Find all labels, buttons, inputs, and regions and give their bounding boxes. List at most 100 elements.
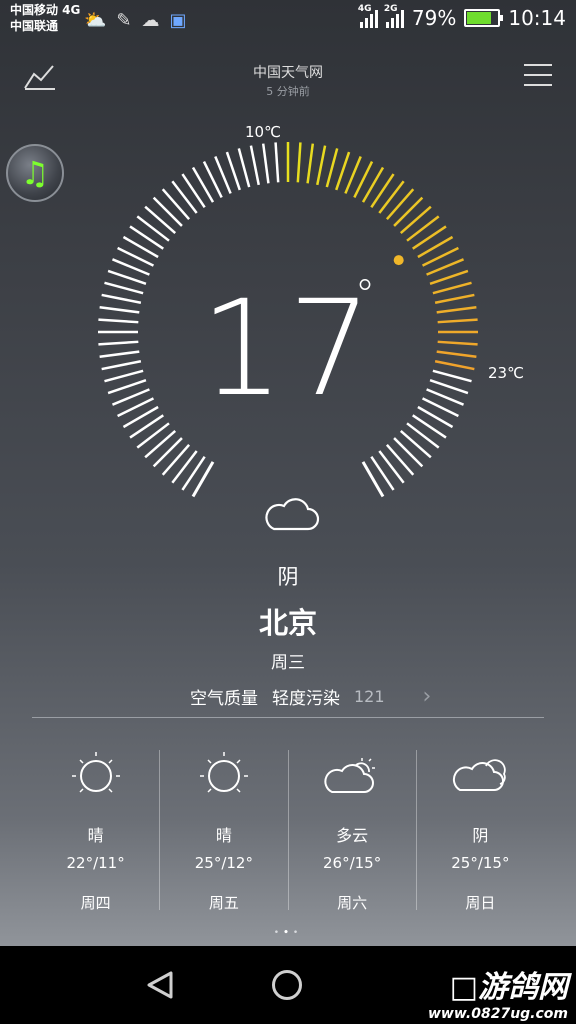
clock: 10:14 — [508, 6, 566, 30]
sun-icon — [199, 752, 248, 793]
dial-tick — [171, 180, 198, 214]
dial-tick — [385, 443, 415, 476]
forecast-weekday: 周日 — [465, 894, 496, 912]
dial-tick — [412, 225, 447, 250]
dial-tick — [385, 188, 415, 221]
page-indicator: ••• — [273, 928, 303, 938]
watermark: □游鸽网 www.0827ug.com — [428, 962, 568, 1022]
current-weekday: 周三 — [271, 653, 305, 673]
dial-tick — [129, 225, 164, 250]
current-condition: 阴 — [277, 565, 299, 589]
dial-tick — [325, 148, 339, 188]
dial-tick — [136, 422, 170, 449]
air-quality-row[interactable]: 空气质量 轻度污染 121 › — [190, 684, 431, 709]
current-temperature: 17 ° — [0, 272, 576, 426]
forecast-weekday: 周四 — [80, 894, 111, 912]
carrier-info: 中国移动 4G 中国联通 — [10, 2, 80, 34]
dial-tick — [393, 437, 424, 468]
air-quality-value: 121 — [354, 687, 385, 706]
notification-icons: ⛅ ✎ ☁ ▣ — [84, 10, 187, 31]
temperature-value: 17 — [200, 272, 376, 426]
dial-tick — [261, 143, 270, 184]
cloud-icon — [453, 759, 507, 791]
carrier-2: 中国联通 — [10, 19, 59, 33]
dial-tick — [399, 429, 432, 459]
dial-tick — [378, 180, 405, 214]
degree-symbol: ° — [355, 272, 379, 318]
forecast-condition: 阴 — [472, 826, 489, 845]
forecast-weekday: 周六 — [337, 894, 368, 912]
cloud-notify-icon: ☁ — [141, 10, 160, 31]
app-header: 中国天气网 5 分钟前 — [0, 56, 576, 102]
dial-tick — [378, 450, 405, 484]
forecast-condition: 多云 — [336, 826, 369, 845]
signal-2g-icon: 2G — [384, 4, 404, 28]
forecast-range: 22°/11° — [66, 854, 125, 872]
dial-tick — [274, 142, 280, 183]
update-time: 5 分钟前 — [266, 85, 310, 98]
back-icon[interactable] — [145, 970, 175, 1000]
dial-tick — [161, 443, 191, 476]
dial-tick — [152, 437, 183, 468]
dial-tick — [181, 173, 206, 208]
carrier-1: 中国移动 4G — [10, 3, 81, 17]
dial-tick — [249, 145, 260, 186]
dial-tick — [406, 422, 440, 449]
dial-tick — [361, 461, 385, 498]
status-bar: 中国移动 4G 中国联通 ⛅ ✎ ☁ ▣ 4G 2G 79% 10:14 — [0, 0, 576, 40]
forecast-range: 25°/12° — [194, 854, 253, 872]
dial-tick — [406, 215, 440, 242]
dial-tick — [316, 145, 327, 186]
sd-card-icon: ▣ — [169, 10, 187, 31]
menu-icon[interactable] — [524, 64, 552, 86]
battery-icon — [464, 9, 504, 27]
signal-4g-icon: 4G — [358, 4, 378, 28]
forecast-day[interactable]: 晴 25°/12° 周五 — [159, 750, 287, 912]
chevron-right-icon[interactable]: › — [423, 684, 432, 709]
forecast-range: 26°/15° — [323, 854, 382, 872]
partly-cloudy-icon — [324, 758, 376, 793]
home-icon[interactable] — [272, 970, 302, 1000]
dial-tick — [161, 188, 191, 221]
forecast-list: 晴 22°/11° 周四 晴 25°/12° 周五 多云 26°/15° 周六 … — [32, 750, 544, 912]
data-source: 中国天气网 — [253, 65, 323, 81]
dial-tick — [335, 151, 351, 191]
dial-tick — [296, 142, 302, 183]
air-quality-label: 空气质量 — [190, 689, 258, 709]
dial-tick — [191, 461, 215, 498]
dial-low-label: 10℃ — [245, 123, 281, 141]
city-name[interactable]: 北京 — [0, 600, 576, 642]
forecast-day[interactable]: 晴 22°/11° 周四 — [32, 750, 159, 912]
current-temp-marker — [393, 255, 404, 266]
divider — [32, 717, 544, 718]
dial-tick — [393, 196, 424, 227]
signal-2g-label: 2G — [383, 4, 398, 14]
forecast-day[interactable]: 多云 26°/15° 周六 — [287, 750, 416, 912]
forecast-condition: 晴 — [215, 826, 232, 845]
forecast-weekday: 周五 — [208, 894, 239, 912]
watermark-title: □游鸽网 — [449, 970, 568, 1005]
system-nav-bar: □游鸽网 www.0827ug.com — [0, 946, 576, 1024]
system-indicators: 4G 2G 79% 10:14 — [358, 4, 566, 30]
dial-tick — [370, 173, 395, 208]
forecast-range: 25°/15° — [451, 854, 510, 872]
dial-tick — [144, 429, 177, 459]
watermark-url: www.0827ug.com — [428, 1006, 568, 1022]
dial-tick — [399, 205, 432, 235]
dial-tick — [144, 205, 177, 235]
sun-icon — [71, 752, 120, 793]
signal-4g-label: 4G — [357, 4, 372, 14]
dial-tick — [136, 215, 170, 242]
air-quality-level: 轻度污染 — [272, 689, 340, 709]
battery-percent: 79% — [411, 6, 457, 30]
dial-tick — [237, 148, 251, 188]
cleaner-icon: ✎ — [116, 10, 132, 31]
dial-tick — [306, 143, 315, 184]
forecast-day[interactable]: 阴 25°/15° 周日 — [415, 750, 544, 912]
dial-tick — [152, 196, 183, 227]
forecast-condition: 晴 — [87, 826, 104, 845]
weather-notify-icon: ⛅ — [84, 10, 107, 31]
cloud-icon — [262, 496, 320, 536]
dial-tick — [225, 151, 241, 191]
dial-tick — [171, 450, 198, 484]
